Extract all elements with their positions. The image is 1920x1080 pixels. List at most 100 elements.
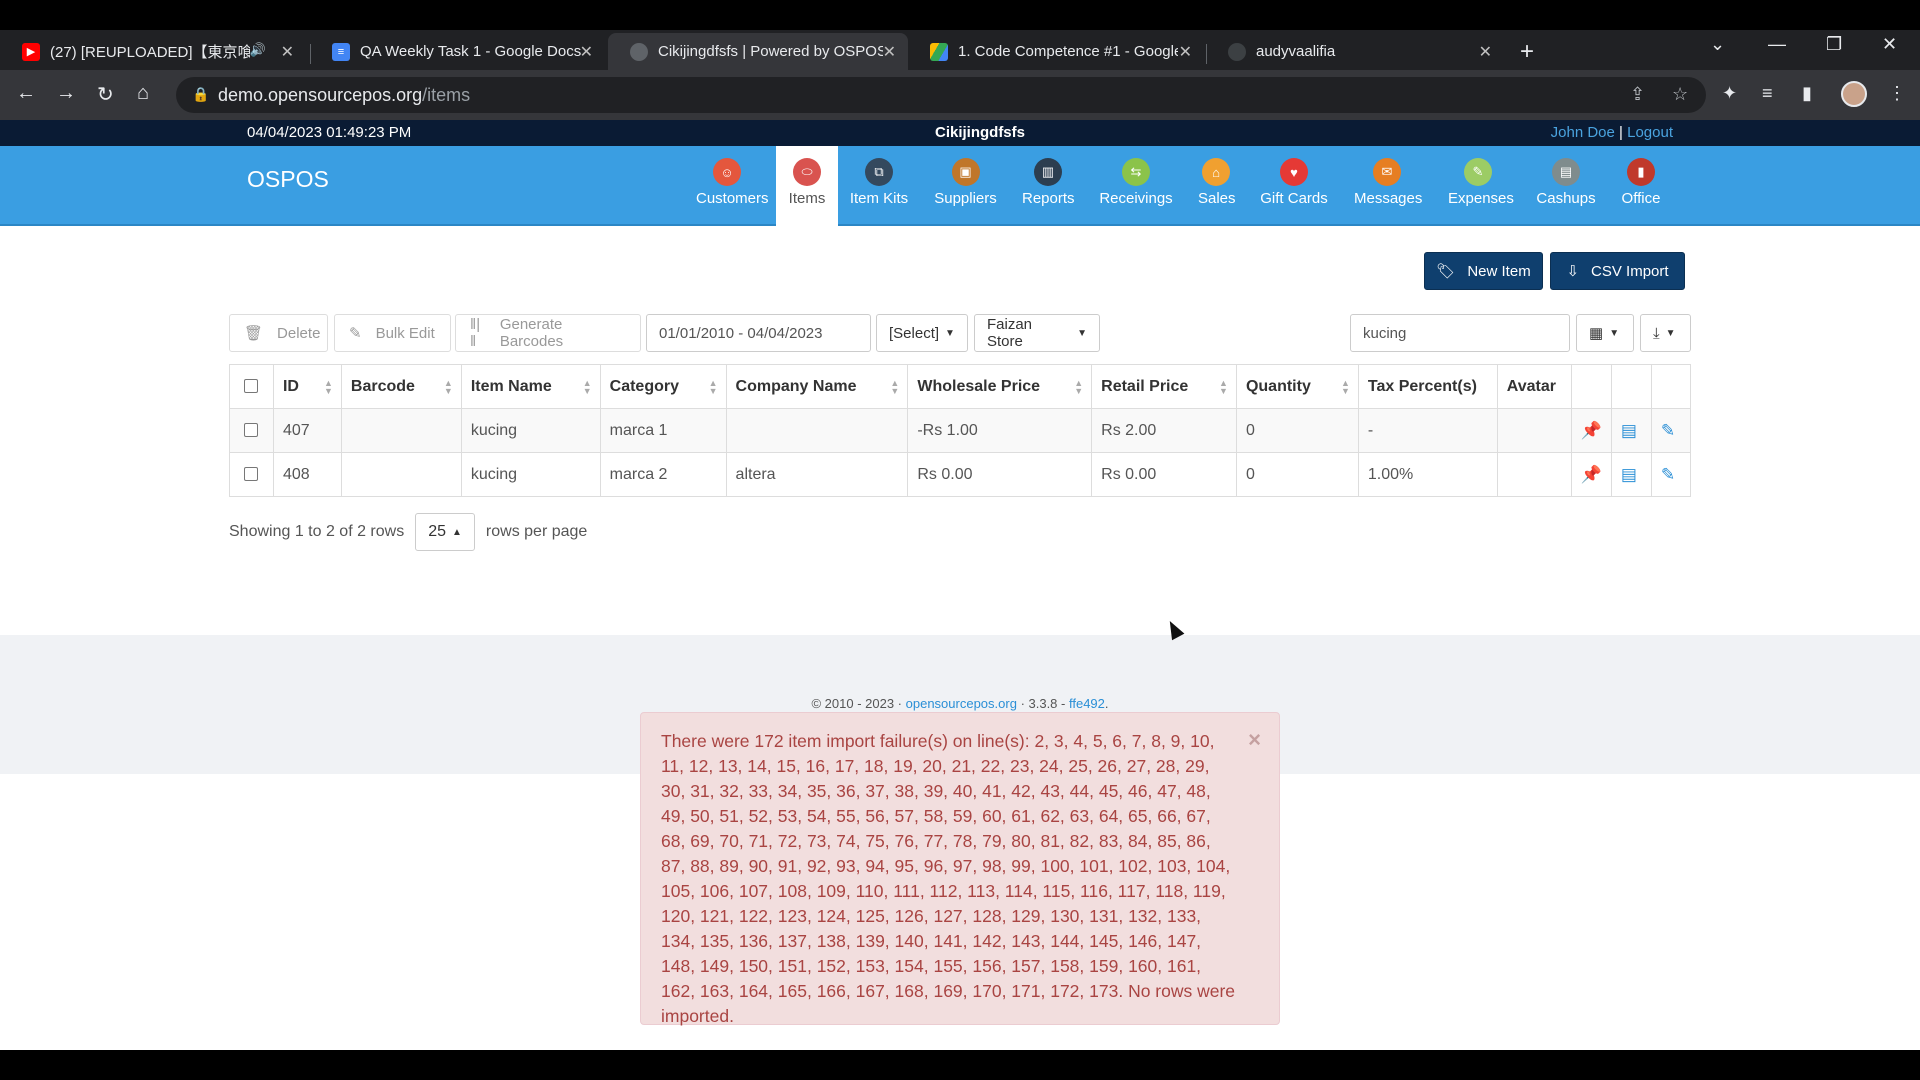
address-bar[interactable]: 🔒 demo.opensourcepos.org/items ⇪ ☆ bbox=[176, 77, 1706, 113]
cell-company-name bbox=[725, 408, 909, 453]
ospos-icon bbox=[630, 42, 648, 61]
lock-icon[interactable]: 🔒 bbox=[192, 86, 209, 103]
pushpin-icon[interactable]: 📌 bbox=[1570, 452, 1612, 497]
store-select[interactable]: Faizan Store ▼ bbox=[974, 314, 1100, 352]
column-header-item-name[interactable]: Item Name ▲ ▼ bbox=[460, 364, 601, 409]
bulk-edit-button[interactable]: ✎ Bulk Edit bbox=[334, 314, 451, 352]
new-tab-button[interactable]: + bbox=[1520, 38, 1534, 66]
table-row[interactable]: 408 kucing marca 2 altera Rs 0.00 Rs 0.0… bbox=[229, 452, 1692, 497]
nav-module-expenses[interactable]: ✎ Expenses bbox=[1440, 146, 1516, 226]
column-header-wholesale-price[interactable]: Wholesale Price ▲ ▼ bbox=[907, 364, 1093, 409]
menu-icon[interactable]: ⋮ bbox=[1888, 83, 1906, 104]
back-icon[interactable]: ← bbox=[16, 82, 36, 105]
search-input[interactable]: kucing bbox=[1350, 314, 1570, 352]
nav-module-messages[interactable]: ✉ Messages bbox=[1346, 146, 1428, 226]
media-control-icon[interactable]: ≡ bbox=[1762, 83, 1773, 104]
nav-module-suppliers[interactable]: ▣ Suppliers bbox=[926, 146, 1005, 226]
browser-tab-docs[interactable]: ≡ QA Weekly Task 1 - Google Docs ✕ bbox=[310, 33, 605, 70]
row-checkbox[interactable] bbox=[244, 467, 259, 482]
forward-icon[interactable]: → bbox=[56, 82, 76, 105]
column-header-quantity[interactable]: Quantity ▲ ▼ bbox=[1235, 364, 1359, 409]
columns-toggle-button[interactable]: ▦ ▼ bbox=[1576, 314, 1634, 352]
nav-module-item-kits[interactable]: ⧉ Item Kits bbox=[840, 146, 918, 226]
date-range-input[interactable]: 01/01/2010 - 04/04/2023 bbox=[646, 314, 871, 352]
home-icon[interactable]: ⌂ bbox=[137, 82, 149, 105]
tab-search-icon[interactable]: ⌄ bbox=[1710, 34, 1725, 55]
page-size-select[interactable]: 25 ▲ bbox=[415, 513, 475, 551]
table-row[interactable]: 407 kucing marca 1 -Rs 1.00 Rs 2.00 0 - … bbox=[229, 408, 1692, 453]
column-header-company-name[interactable]: Company Name ▲ ▼ bbox=[725, 364, 909, 409]
close-tab-icon[interactable]: ✕ bbox=[580, 42, 593, 62]
browser-tab-drive[interactable]: 1. Code Competence #1 - Google ✕ bbox=[908, 33, 1204, 70]
alert-close-icon[interactable]: × bbox=[1248, 727, 1261, 752]
export-button[interactable]: ⤓ ▼ bbox=[1640, 314, 1691, 352]
details-icon[interactable]: ▤ bbox=[1610, 408, 1652, 453]
nav-module-label: Messages bbox=[1354, 190, 1423, 207]
minimize-button[interactable]: — bbox=[1768, 34, 1786, 55]
nav-module-customers[interactable]: ☺ Customers bbox=[688, 146, 769, 226]
close-tab-icon[interactable]: ✕ bbox=[883, 42, 896, 62]
column-header-barcode[interactable]: Barcode ▲ ▼ bbox=[340, 364, 462, 409]
delete-button[interactable]: 🗑 Delete bbox=[229, 314, 328, 352]
side-panel-icon[interactable]: ▮ bbox=[1802, 83, 1812, 104]
restore-button[interactable]: ❐ bbox=[1826, 34, 1842, 55]
sort-icon: ▲ ▼ bbox=[1340, 378, 1350, 396]
edit-icon[interactable]: ✎ bbox=[1650, 408, 1692, 453]
nav-module-office[interactable]: ▮ Office bbox=[1610, 146, 1672, 226]
column-header-category[interactable]: Category ▲ ▼ bbox=[599, 364, 727, 409]
messages-icon: ✉ bbox=[1373, 158, 1401, 186]
nav-module-reports[interactable]: ▥ Reports bbox=[1014, 146, 1082, 226]
url-host: demo.opensourcepos.org bbox=[218, 85, 423, 105]
nav-module-label: Suppliers bbox=[934, 190, 997, 207]
browser-tab-youtube[interactable]: ▶ (27) [REUPLOADED]【東京喰 🔊 ✕ bbox=[0, 33, 306, 70]
brand-logo[interactable]: OSPOS bbox=[247, 166, 329, 193]
browser-toolbar: ← → ↻ ⌂ 🔒 demo.opensourcepos.org/items ⇪… bbox=[0, 70, 1920, 120]
select-all-checkbox[interactable] bbox=[244, 379, 259, 394]
sort-icon: ▲ ▼ bbox=[1074, 378, 1084, 396]
generate-barcodes-button[interactable]: ‖|‖ Generate Barcodes bbox=[455, 314, 641, 352]
opensourcepos-link[interactable]: opensourcepos.org bbox=[906, 696, 1017, 711]
sales-icon: ⌂ bbox=[1202, 158, 1230, 186]
details-icon[interactable]: ▤ bbox=[1610, 452, 1652, 497]
nav-module-receivings[interactable]: ⇆ Receivings bbox=[1090, 146, 1182, 226]
nav-module-cashups[interactable]: ▤ Cashups bbox=[1528, 146, 1604, 226]
nav-module-label: Gift Cards bbox=[1260, 190, 1328, 207]
reload-icon[interactable]: ↻ bbox=[97, 82, 114, 107]
extensions-icon[interactable]: ✦ bbox=[1722, 83, 1737, 104]
profile-avatar[interactable] bbox=[1841, 81, 1867, 107]
nav-module-items[interactable]: ⬭ Items bbox=[776, 146, 838, 226]
cell-category: marca 2 bbox=[599, 452, 727, 497]
close-tab-icon[interactable]: ✕ bbox=[281, 42, 294, 62]
screen: ▶ (27) [REUPLOADED]【東京喰 🔊 ✕ ≡ QA Weekly … bbox=[0, 0, 1920, 1080]
share-icon[interactable]: ⇪ bbox=[1630, 84, 1645, 105]
barcode-icon: ‖|‖ bbox=[470, 316, 481, 350]
row-checkbox[interactable] bbox=[244, 423, 259, 438]
new-item-button[interactable]: 🏷 New Item bbox=[1424, 252, 1543, 290]
import-error-alert: There were 172 item import failure(s) on… bbox=[640, 712, 1280, 1026]
caret-down-icon: ▼ bbox=[945, 327, 955, 339]
nav-module-sales[interactable]: ⌂ Sales bbox=[1190, 146, 1242, 226]
page-size-value: 25 bbox=[428, 523, 447, 540]
logout-link[interactable]: Logout bbox=[1627, 124, 1673, 141]
cell-avatar bbox=[1496, 408, 1572, 453]
column-header-retail-price[interactable]: Retail Price ▲ ▼ bbox=[1091, 364, 1237, 409]
column-header-id[interactable]: ID ▲ ▼ bbox=[272, 364, 342, 409]
edit-icon[interactable]: ✎ bbox=[1650, 452, 1692, 497]
cell-wholesale-price: -Rs 1.00 bbox=[907, 408, 1093, 453]
nav-module-gift-cards[interactable]: ♥ Gift Cards bbox=[1251, 146, 1337, 226]
bookmark-star-icon[interactable]: ☆ bbox=[1672, 84, 1688, 105]
speaker-icon[interactable]: 🔊 bbox=[250, 42, 266, 58]
close-tab-icon[interactable]: ✕ bbox=[1179, 42, 1192, 62]
browser-tab-github[interactable]: audyvaalifia ✕ bbox=[1206, 33, 1504, 70]
user-name-link[interactable]: John Doe bbox=[1551, 124, 1615, 141]
close-tab-icon[interactable]: ✕ bbox=[1479, 42, 1492, 62]
csv-import-button[interactable]: ⇩ CSV Import bbox=[1550, 252, 1685, 290]
pushpin-icon[interactable]: 📌 bbox=[1570, 408, 1612, 453]
browser-tab-ospos[interactable]: Cikijingdfsfs | Powered by OSPOS ✕ bbox=[608, 33, 908, 70]
commit-link[interactable]: ffe492 bbox=[1069, 696, 1105, 711]
cell-item-name: kucing bbox=[460, 452, 601, 497]
reports-icon: ▥ bbox=[1034, 158, 1062, 186]
filter-select[interactable]: [Select] ▼ bbox=[876, 314, 968, 352]
close-window-button[interactable]: ✕ bbox=[1882, 34, 1897, 55]
delete-label: Delete bbox=[277, 324, 321, 342]
